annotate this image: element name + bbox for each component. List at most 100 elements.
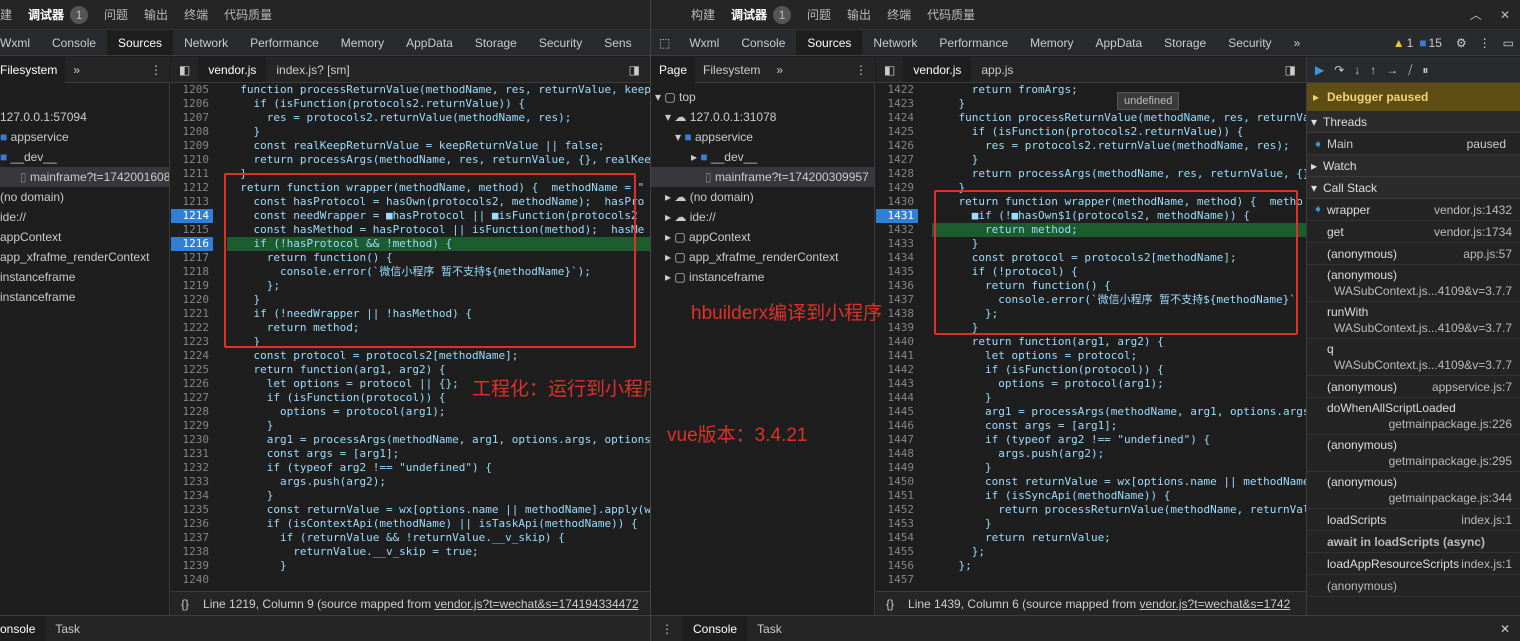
line-number[interactable]: 1236 — [171, 517, 213, 531]
call-frame[interactable]: (anonymous) getmainpackage.js:344 — [1307, 472, 1520, 509]
drawer-tab-console[interactable]: onsole — [0, 616, 46, 641]
toggle-debugger-icon[interactable]: ◨ — [619, 57, 650, 82]
tree-item-ide[interactable]: ide:// — [0, 207, 169, 227]
tree-item-host[interactable]: 127.0.0.1:57094 — [0, 107, 169, 127]
pretty-print-icon[interactable]: {} — [181, 597, 189, 611]
tree-item-no-domain[interactable]: (no domain) — [0, 187, 169, 207]
tab-security[interactable]: Security — [1217, 30, 1282, 55]
line-number[interactable]: 1425 — [876, 125, 918, 139]
line-number[interactable]: 1227 — [171, 391, 213, 405]
line-number[interactable]: 1427 — [876, 153, 918, 167]
line-number[interactable]: 1230 — [171, 433, 213, 447]
drawer-tab-task[interactable]: Task — [747, 616, 792, 641]
dock-icon[interactable]: ▭ — [1497, 30, 1520, 55]
line-number[interactable]: 1452 — [876, 503, 918, 517]
top-tab-build[interactable]: 建 — [0, 6, 12, 23]
inspect-icon[interactable]: ⬚ — [651, 30, 678, 55]
tree-item-host[interactable]: ▾ ☁ 127.0.0.1:31078 — [651, 107, 874, 127]
line-number[interactable]: 1436 — [876, 279, 918, 293]
line-number[interactable]: 1209 — [171, 139, 213, 153]
tab-sensors[interactable]: Sens — [593, 30, 642, 55]
line-number[interactable]: 1240 — [171, 573, 213, 587]
call-frame[interactable]: loadScripts index.js:1 — [1307, 509, 1520, 531]
line-number[interactable]: 1457 — [876, 573, 918, 587]
line-number[interactable]: 1450 — [876, 475, 918, 489]
toggle-navigator-icon[interactable]: ◧ — [876, 57, 903, 82]
call-frame[interactable]: (anonymous) WASubContext.js...4109&v=3.7.… — [1307, 265, 1520, 302]
tab-wxml[interactable]: Wxml — [678, 30, 730, 55]
top-tab-output[interactable]: 输出 — [847, 6, 871, 23]
line-number[interactable]: 1448 — [876, 447, 918, 461]
tab-wxml[interactable]: Wxml — [0, 30, 41, 55]
more-tabs-icon[interactable]: » — [1283, 30, 1312, 55]
drawer-tab-console[interactable]: Console — [683, 616, 748, 641]
warning-icon[interactable]: ▲ — [1391, 30, 1407, 55]
top-tab-code-quality[interactable]: 代码质量 — [224, 6, 272, 23]
call-frame[interactable]: (anonymous) getmainpackage.js:295 — [1307, 435, 1520, 472]
tree-item-appcontext[interactable]: appContext — [0, 227, 169, 247]
line-number[interactable]: 1438 — [876, 307, 918, 321]
menu-kebab-icon[interactable]: ⋮ — [847, 57, 875, 83]
top-tab-build[interactable]: 构建 — [691, 6, 715, 23]
line-number[interactable]: 1215 — [171, 223, 213, 237]
line-number[interactable]: 1239 — [171, 559, 213, 573]
line-number[interactable]: 1214 — [171, 209, 213, 223]
toggle-debugger-icon[interactable]: ◨ — [1275, 57, 1306, 82]
line-number[interactable]: 1225 — [171, 363, 213, 377]
tree-item-render-context[interactable]: ▸ ▢ app_xfrafme_renderContext — [651, 247, 874, 267]
line-number[interactable]: 1223 — [171, 335, 213, 349]
top-tab-problems[interactable]: 问题 — [104, 6, 128, 23]
toggle-navigator-icon[interactable]: ◧ — [171, 57, 198, 82]
line-number[interactable]: 1446 — [876, 419, 918, 433]
call-frame[interactable]: runWith WASubContext.js...4109&v=3.7.7 — [1307, 302, 1520, 339]
line-number[interactable]: 1443 — [876, 377, 918, 391]
tree-item-appservice[interactable]: ■ appservice — [0, 127, 169, 147]
line-number[interactable]: 1432 — [876, 223, 918, 237]
right-code-editor[interactable]: 1422 return fromArgs; 1423 } 1424 function… — [876, 83, 1306, 591]
line-number[interactable]: 1451 — [876, 489, 918, 503]
line-number[interactable]: 1226 — [171, 377, 213, 391]
line-number[interactable]: 1445 — [876, 405, 918, 419]
line-number[interactable]: 1433 — [876, 237, 918, 251]
top-tab-output[interactable]: 输出 — [144, 6, 168, 23]
line-number[interactable]: 1220 — [171, 293, 213, 307]
line-number[interactable]: 1430 — [876, 195, 918, 209]
tab-network[interactable]: Network — [173, 30, 239, 55]
line-number[interactable]: 1447 — [876, 433, 918, 447]
close-drawer-icon[interactable]: ✕ — [1490, 616, 1520, 641]
line-number[interactable]: 1426 — [876, 139, 918, 153]
step-out-icon[interactable]: ↑ — [1370, 63, 1386, 77]
line-number[interactable]: 1224 — [171, 349, 213, 363]
line-number[interactable]: 1423 — [876, 97, 918, 111]
line-number[interactable]: 1454 — [876, 531, 918, 545]
tree-item-ide[interactable]: ▸ ☁ ide:// — [651, 207, 874, 227]
call-frame[interactable]: (anonymous) app.js:57 — [1307, 243, 1520, 265]
tab-filesystem[interactable]: Filesystem — [695, 57, 768, 83]
pretty-print-icon[interactable]: {} — [886, 597, 894, 611]
threads-section-header[interactable]: ▾ Threads — [1307, 111, 1520, 133]
tree-item-instanceframe[interactable]: instanceframe — [0, 287, 169, 307]
tree-item-mainframe[interactable]: ▯ mainframe?t=174200160889 — [0, 167, 169, 187]
step-into-icon[interactable]: ↓ — [1354, 63, 1370, 77]
more-tabs-icon[interactable]: » — [768, 57, 791, 83]
tab-performance[interactable]: Performance — [928, 30, 1019, 55]
callstack-section-header[interactable]: ▾ Call Stack — [1307, 177, 1520, 199]
tab-memory[interactable]: Memory — [1019, 30, 1084, 55]
line-number[interactable]: 1424 — [876, 111, 918, 125]
thread-main[interactable]: ➧ Main paused — [1307, 133, 1520, 155]
tab-security[interactable]: Security — [528, 30, 593, 55]
line-number[interactable]: 1422 — [876, 83, 918, 97]
top-tab-debugger[interactable]: 调试器 — [28, 6, 64, 23]
tree-item-dev[interactable]: ■ __dev__ — [0, 147, 169, 167]
more-tabs-icon[interactable]: » — [65, 57, 88, 83]
message-icon[interactable]: ■ — [1417, 30, 1428, 55]
top-tab-problems[interactable]: 问题 — [807, 6, 831, 23]
tab-storage[interactable]: Storage — [464, 30, 528, 55]
tree-item-render-context[interactable]: app_xfrafme_renderContext — [0, 247, 169, 267]
tree-item-mainframe[interactable]: ▯ mainframe?t=174200309957 — [651, 167, 874, 187]
line-number[interactable]: 1212 — [171, 181, 213, 195]
collapse-icon[interactable]: ︿ — [1470, 6, 1482, 23]
tree-item-instanceframe[interactable]: instanceframe — [0, 267, 169, 287]
line-number[interactable]: 1229 — [171, 419, 213, 433]
call-frame[interactable]: ➧ wrapper vendor.js:1432 — [1307, 199, 1520, 221]
